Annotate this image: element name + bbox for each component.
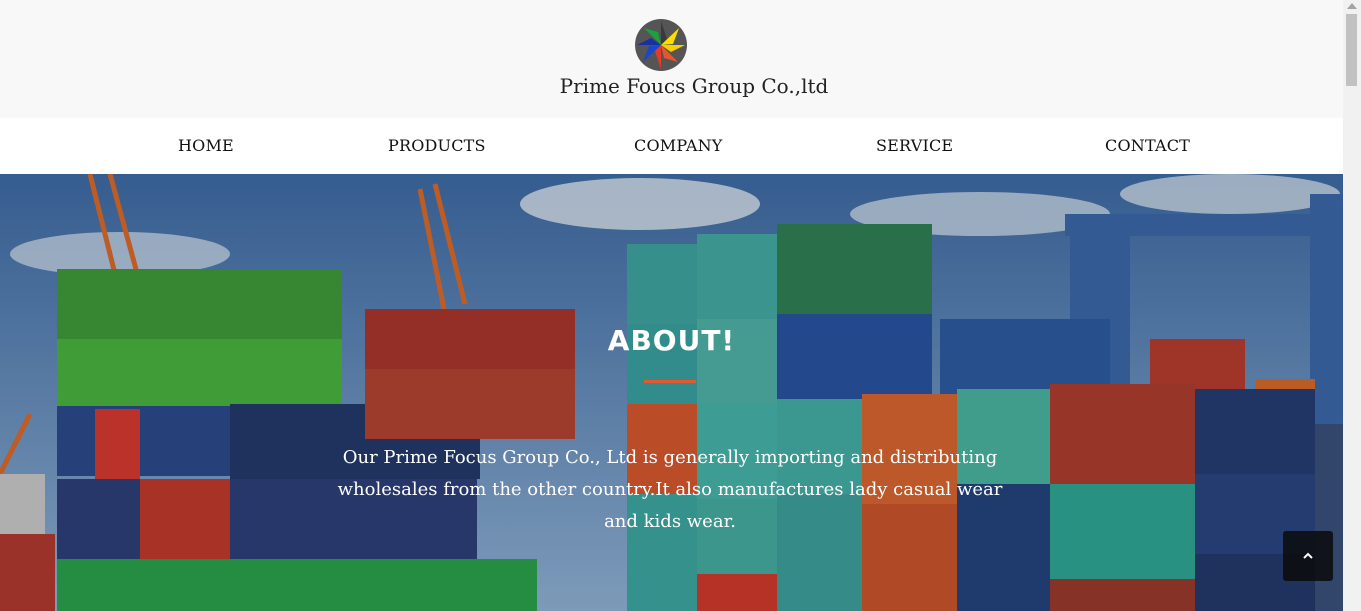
brand-logo[interactable] — [634, 19, 688, 71]
site-header: Prime Foucs Group Co.,ltd — [0, 0, 1343, 118]
about-hero: ABOUT! Our Prime Focus Group Co., Ltd is… — [0, 174, 1343, 611]
nav-products[interactable]: PRODUCTS — [388, 136, 486, 155]
nav-home[interactable]: HOME — [178, 136, 234, 155]
about-title: ABOUT! — [607, 324, 736, 357]
nav-service[interactable]: SERVICE — [876, 136, 953, 155]
about-text: Our Prime Focus Group Co., Ltd is genera… — [337, 447, 1003, 532]
nav-company[interactable]: COMPANY — [634, 136, 723, 155]
back-to-top-button[interactable] — [1283, 531, 1333, 581]
about-title-underline — [644, 380, 696, 383]
container-port-background — [0, 174, 1343, 611]
brand-name[interactable]: Prime Foucs Group Co.,ltd — [0, 74, 1361, 98]
main-nav: HOME PRODUCTS COMPANY SERVICE CONTACT — [0, 118, 1343, 174]
scrollbar-thumb[interactable] — [1346, 14, 1357, 86]
page-scrollbar[interactable] — [1343, 0, 1361, 611]
nav-contact[interactable]: CONTACT — [1105, 136, 1190, 155]
chevron-up-icon — [1303, 552, 1313, 559]
scroll-up-arrow-icon[interactable] — [1347, 3, 1357, 9]
